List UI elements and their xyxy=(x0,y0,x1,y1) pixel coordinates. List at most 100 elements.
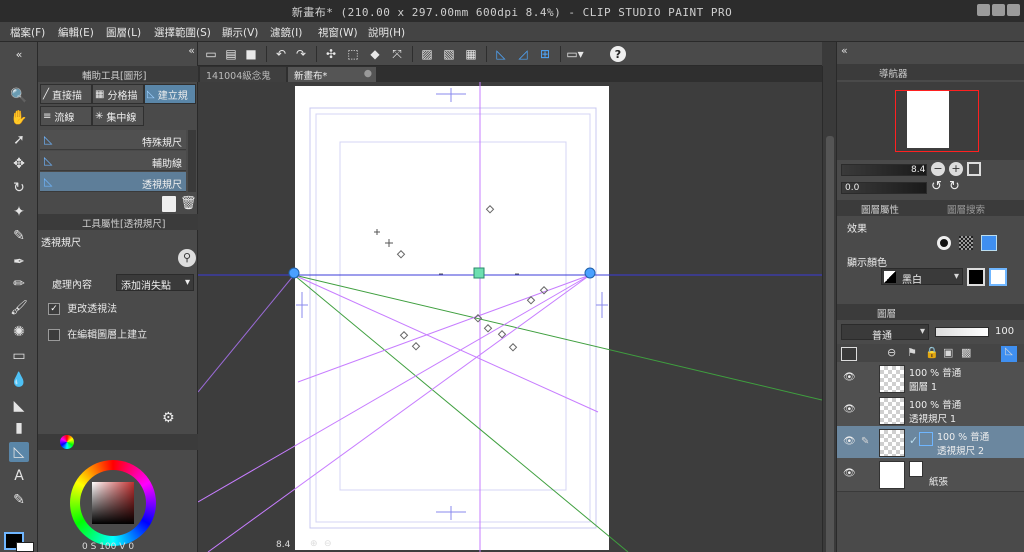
undo-icon[interactable]: ↶ xyxy=(272,45,290,63)
scale-icon[interactable]: ⤧ xyxy=(388,45,406,63)
tool-search-icon[interactable]: ⚲ xyxy=(178,249,196,267)
snap-ruler-icon[interactable]: ▧ xyxy=(440,45,458,63)
vanishing-point-left[interactable] xyxy=(288,267,300,279)
layer-color-icon[interactable] xyxy=(981,235,997,251)
new-subtool-icon[interactable] xyxy=(162,196,176,212)
fit-icon[interactable] xyxy=(967,162,981,176)
layer-row[interactable]: 👁 100 % 普通 圖層 1 xyxy=(837,362,1024,396)
canvas-scrollbar[interactable] xyxy=(822,66,836,552)
open-folder-icon[interactable]: ▤ xyxy=(222,45,240,63)
eye-icon[interactable]: 👁 xyxy=(843,372,856,383)
snap-special-icon[interactable]: ▨ xyxy=(418,45,436,63)
blend-icon[interactable]: 💧 xyxy=(9,370,29,390)
menu-file[interactable]: 檔案(F) xyxy=(10,25,45,40)
layer-property-tab[interactable]: 圖層屬性 xyxy=(861,202,899,216)
close-tab-icon[interactable]: ● xyxy=(364,68,372,79)
subtool-special-ruler[interactable]: ◺ 特殊規尺 xyxy=(40,130,186,150)
zoom-out-icon[interactable]: ⊖ xyxy=(324,539,332,549)
pen-icon[interactable]: ✒ xyxy=(9,252,29,272)
hand-tool-icon[interactable]: ✋ xyxy=(9,108,29,128)
redo-icon[interactable]: ↷ xyxy=(292,45,310,63)
grid-snap-icon[interactable]: ⊞ xyxy=(536,45,554,63)
rotate-left-icon[interactable]: ↺ xyxy=(931,179,942,194)
change-perspective-checkbox[interactable]: ✓ xyxy=(48,303,60,315)
white-swatch[interactable] xyxy=(989,268,1007,286)
menu-view[interactable]: 顯示(V) xyxy=(222,25,258,40)
tone-effect-icon[interactable] xyxy=(959,236,973,250)
tab-document-1[interactable]: 141004級念鬼 xyxy=(200,67,286,82)
eye-level-handle[interactable] xyxy=(473,267,485,279)
zoom-in-icon[interactable]: + xyxy=(949,162,963,176)
layer-row-paper[interactable]: 👁 紙張 xyxy=(837,458,1024,492)
fill-bucket-icon[interactable]: ◣ xyxy=(9,396,29,416)
zoom-out-icon[interactable]: − xyxy=(931,162,945,176)
menu-selection[interactable]: 選擇範圍(S) xyxy=(154,25,211,40)
display-icon[interactable]: ▭▾ xyxy=(566,45,584,63)
effect-toggle-icon[interactable] xyxy=(937,236,951,250)
navigator-viewport[interactable] xyxy=(895,90,979,152)
menu-edit[interactable]: 編輯(E) xyxy=(58,25,94,40)
canvas-area[interactable] xyxy=(198,82,822,552)
minimize-button[interactable] xyxy=(977,4,990,16)
selection-icon[interactable]: ⬚ xyxy=(344,45,362,63)
clip-layer-icon[interactable]: ⊖ xyxy=(887,346,896,359)
opacity-slider[interactable] xyxy=(935,327,989,337)
sub-color-swatch[interactable] xyxy=(16,542,34,552)
process-dropdown[interactable]: 添加消失點 ▾ xyxy=(116,274,194,292)
layer-color-swatch-icon[interactable] xyxy=(841,347,857,361)
airbrush-icon[interactable]: ✺ xyxy=(9,322,29,342)
magic-wand-icon[interactable]: ✦ xyxy=(9,202,29,222)
menu-help[interactable]: 說明(H) xyxy=(368,25,405,40)
mask-icon[interactable]: ▩ xyxy=(961,346,971,359)
snap-grid-icon[interactable]: ▦ xyxy=(462,45,480,63)
subtool-group-saturated[interactable]: ✳ 集中線 xyxy=(92,106,144,126)
save-icon[interactable]: ■ xyxy=(242,45,260,63)
subtool-group-direct[interactable]: ╱ 直接描 xyxy=(40,84,92,104)
black-swatch[interactable] xyxy=(967,268,985,286)
eyedropper-icon[interactable]: ✎ xyxy=(9,226,29,246)
close-button[interactable] xyxy=(1007,4,1020,16)
pencil-icon[interactable]: ✏ xyxy=(9,274,29,294)
create-on-layer-row[interactable]: 在編輯圖層上建立 xyxy=(48,326,147,341)
rotate-right-icon[interactable]: ↻ xyxy=(949,179,960,194)
ruler-show-icon[interactable]: ◺ xyxy=(1001,346,1017,362)
subtool-scrollbar[interactable] xyxy=(188,130,196,192)
help-icon[interactable]: ? xyxy=(610,46,626,62)
layer-row[interactable]: 👁 100 % 普通 透視規尺 1 xyxy=(837,394,1024,428)
move-layer-icon[interactable]: ✥ xyxy=(9,154,29,174)
lock-layer-icon[interactable]: 🔒 xyxy=(925,346,939,359)
new-file-icon[interactable]: ▭ xyxy=(202,45,220,63)
display-color-dropdown[interactable]: 黑白 ▾ xyxy=(881,268,963,286)
lock-transparency-icon[interactable]: ▣ xyxy=(943,346,953,359)
lasso-icon[interactable]: ↻ xyxy=(9,178,29,198)
subtool-perspective-ruler[interactable]: ◺ 透視規尺 xyxy=(40,172,186,192)
change-perspective-row[interactable]: ✓ 更改透視法 xyxy=(48,300,117,315)
eye-icon[interactable]: 👁 xyxy=(843,468,856,479)
subtool-group-ruler[interactable]: ◺ 建立規 xyxy=(144,84,196,104)
create-on-layer-checkbox[interactable] xyxy=(48,329,60,341)
layer-row-selected[interactable]: 👁 ✎ ✓ 100 % 普通 透視規尺 2 xyxy=(837,426,1024,460)
fill-icon[interactable]: ◆ xyxy=(366,45,384,63)
eraser-icon[interactable]: ▭ xyxy=(9,346,29,366)
eye-icon[interactable]: 👁 xyxy=(843,404,856,415)
trash-icon[interactable]: 🗑 xyxy=(180,196,197,211)
tab-new-canvas[interactable]: 新畫布* ● xyxy=(288,67,376,82)
special-ruler-snap-icon[interactable]: ◿ xyxy=(514,45,532,63)
subtool-group-panel[interactable]: ▦ 分格描 xyxy=(92,84,144,104)
zoom-tool-icon[interactable]: 🔍 xyxy=(9,86,29,106)
scrollbar-thumb[interactable] xyxy=(826,136,834,552)
brush-icon[interactable]: 🖌 xyxy=(9,298,29,318)
layer-search-tab[interactable]: 圖層搜索 xyxy=(947,202,985,216)
color-wheel-tab-icon[interactable] xyxy=(60,435,74,449)
menu-layer[interactable]: 圖層(L) xyxy=(106,25,141,40)
operation-tool-icon[interactable]: ➚ xyxy=(9,130,29,150)
figure-tool-icon[interactable]: ◺ xyxy=(9,442,29,462)
menu-filter[interactable]: 濾鏡(I) xyxy=(270,25,302,40)
maximize-button[interactable] xyxy=(992,4,1005,16)
blend-mode-dropdown[interactable]: 普通 ▾ xyxy=(841,324,929,342)
eye-icon[interactable]: 👁 xyxy=(843,436,856,447)
subtool-group-flow[interactable]: ≡ 流線 xyxy=(40,106,92,126)
navigator-preview[interactable] xyxy=(837,82,1024,160)
subtool-collapse-icon[interactable]: « xyxy=(188,44,195,57)
right-collapse-icon[interactable]: « xyxy=(841,44,848,57)
